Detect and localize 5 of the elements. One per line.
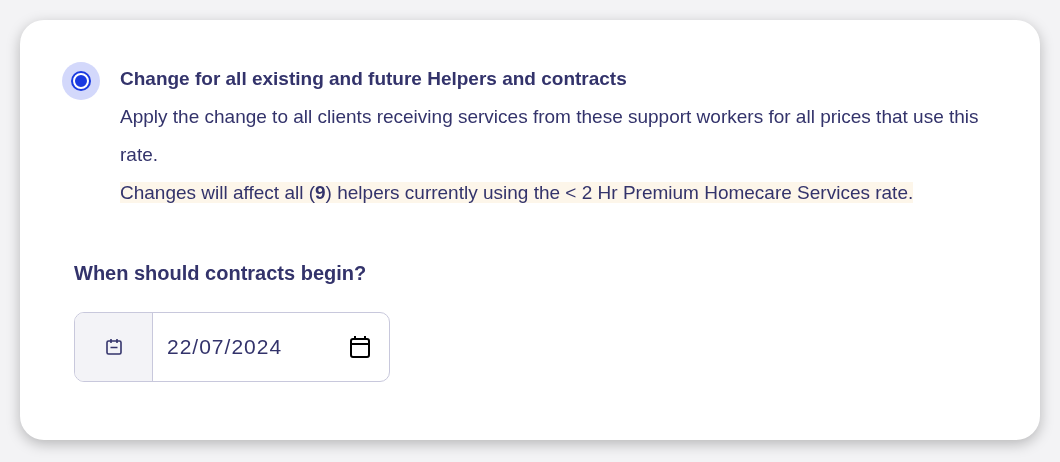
radio-button[interactable] [62,62,100,100]
option-title: Change for all existing and future Helpers and contracts [120,67,628,91]
field-label: When should contracts begin? [74,261,368,286]
option-description: Apply the change to all clients receiving services from these support workers for all prices that use this rate. [120,105,980,167]
option-notice: Changes will affect all (9) helpers currently using the < 2 Hr Premium Homecare Services rate. [120,182,914,203]
